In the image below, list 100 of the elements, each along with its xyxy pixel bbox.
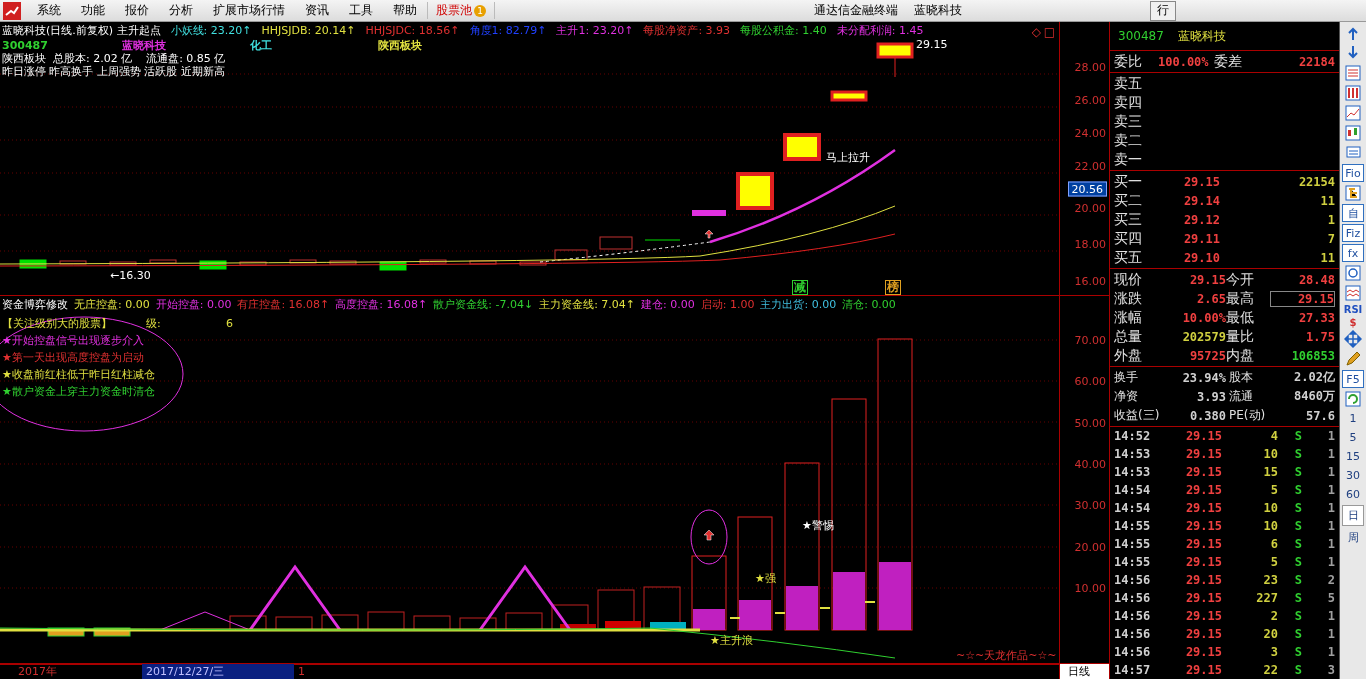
candlestick-icon[interactable] xyxy=(1344,124,1362,142)
tool-button[interactable]: 自 xyxy=(1342,204,1364,222)
trade-time: 14:56 xyxy=(1114,645,1152,659)
quote-label: 内盘 xyxy=(1226,346,1255,365)
outline-bar xyxy=(505,612,543,631)
filled-bar xyxy=(47,627,85,637)
menu-item[interactable]: 资讯 xyxy=(295,2,339,19)
ask-label: 卖五 xyxy=(1114,74,1143,93)
quote-label: 股本 xyxy=(1228,369,1254,386)
trade-time: 14:56 xyxy=(1114,573,1152,587)
trade-count: 1 xyxy=(1326,537,1335,551)
quote-label: 总量 xyxy=(1114,327,1143,346)
tool-button[interactable]: Fio xyxy=(1342,164,1364,182)
period-button[interactable]: 15 xyxy=(1342,448,1364,465)
indicator-title: 资金博弈修改 xyxy=(2,298,68,311)
quote-label: 今开 xyxy=(1226,270,1255,289)
trade-price: 29.15 xyxy=(1184,537,1222,551)
axis-label: 20.00 xyxy=(1074,201,1106,215)
indicator-reading: 开始控盘: 0.00 xyxy=(155,298,232,311)
table-icon[interactable] xyxy=(1344,84,1362,102)
bid-price: 29.10 xyxy=(1182,250,1220,265)
candle xyxy=(149,259,177,264)
trade-count: 1 xyxy=(1326,609,1335,623)
menu-item[interactable]: 扩展市场行情 xyxy=(203,2,295,19)
tool-button[interactable]: RSI xyxy=(1343,304,1363,315)
indicator-reading: 未分配利润: 1.45 xyxy=(836,24,924,37)
pencil-icon[interactable] xyxy=(1344,350,1362,368)
quote-value: 22184 xyxy=(1297,54,1335,69)
tool-button[interactable]: fx xyxy=(1342,244,1364,262)
bid-label: 买三 xyxy=(1114,210,1143,229)
period-label[interactable]: 日线 xyxy=(1059,664,1109,679)
quote-value: 10.00% xyxy=(1181,310,1226,325)
corner-mark[interactable]: ◇ xyxy=(1031,25,1041,39)
candle xyxy=(469,260,497,265)
period-button[interactable]: 日 xyxy=(1342,505,1364,526)
indicator-reading: 主力资金线: 7.04↑ xyxy=(539,298,636,311)
trade-volume: 23 xyxy=(1262,573,1278,587)
bid-volume: 11 xyxy=(1319,250,1335,265)
menu-item[interactable]: 工具 xyxy=(339,2,383,19)
indicator-reading: 散户资金线: -7.04↓ xyxy=(433,298,534,311)
trade-price: 29.15 xyxy=(1184,465,1222,479)
quote-label: 委差 xyxy=(1213,52,1243,71)
app-logo-icon xyxy=(3,1,21,20)
candle xyxy=(379,261,407,271)
period-button[interactable]: 30 xyxy=(1342,467,1364,484)
trade-time: 14:54 xyxy=(1114,483,1152,497)
period-button[interactable]: 5 xyxy=(1342,429,1364,446)
menu-item[interactable]: 帮助 xyxy=(383,2,427,19)
quote-label: 涨跌 xyxy=(1114,289,1143,308)
trade-time: 14:53 xyxy=(1114,447,1152,461)
trade-price: 29.15 xyxy=(1184,627,1222,641)
menu-item[interactable]: 报价 xyxy=(115,2,159,19)
tree-icon[interactable] xyxy=(1344,184,1362,202)
filled-bar xyxy=(605,621,641,630)
menu-item[interactable]: 分析 xyxy=(159,2,203,19)
quote-value: 29.15 xyxy=(1188,272,1226,287)
filled-bar xyxy=(650,622,686,630)
stock-pool-menu[interactable]: 股票池 1 xyxy=(427,2,495,19)
tool-button[interactable]: Fiz xyxy=(1342,224,1364,242)
axis-label: 24.00 xyxy=(1074,126,1106,140)
period-button[interactable]: 1 xyxy=(1342,410,1364,427)
trade-count: 1 xyxy=(1326,501,1335,515)
trade-volume: 10 xyxy=(1262,447,1278,461)
chart-label: 马上拉升 xyxy=(826,150,870,165)
axis-label: 26.00 xyxy=(1074,93,1106,107)
quote-button[interactable]: 行 xyxy=(1150,0,1176,21)
ask-label: 卖二 xyxy=(1114,131,1143,150)
quote-value: 23.94% xyxy=(1181,370,1226,385)
refresh-icon[interactable] xyxy=(1344,390,1362,408)
trade-volume: 3 xyxy=(1269,645,1278,659)
line-chart-icon[interactable] xyxy=(1344,104,1362,122)
axis-label: 60.00 xyxy=(1074,374,1106,388)
indicator-reading: 主升1: 23.20↑ xyxy=(556,24,634,37)
list-icon[interactable] xyxy=(1344,64,1362,82)
trade-side: S xyxy=(1293,609,1302,623)
indicator-reading: 高度控盘: 16.08↑ xyxy=(335,298,428,311)
quote-value: 57.6 xyxy=(1305,408,1335,423)
tool-button[interactable]: F5 xyxy=(1342,370,1364,388)
period-button[interactable]: 周 xyxy=(1342,528,1364,547)
tool-button[interactable]: $ xyxy=(1349,317,1357,328)
indicator-reading: 启动: 1.00 xyxy=(700,298,755,311)
bid-price: 29.14 xyxy=(1182,193,1220,208)
move-icon[interactable] xyxy=(1344,330,1362,348)
indicator-reading: 每股公积金: 1.40 xyxy=(740,24,827,37)
trade-volume: 10 xyxy=(1262,519,1278,533)
trade-time: 14:55 xyxy=(1114,537,1152,551)
trade-side: S xyxy=(1293,645,1302,659)
period-button[interactable]: 60 xyxy=(1342,486,1364,503)
trade-time: 14:52 xyxy=(1114,429,1152,443)
trade-side: S xyxy=(1293,627,1302,641)
indicator-reading: HHJSJDC: 18.56↑ xyxy=(365,24,460,37)
highlight-ellipse xyxy=(690,509,728,565)
menu-item[interactable]: 功能 xyxy=(71,2,115,19)
candle xyxy=(519,261,547,266)
menu-item[interactable]: 系统 xyxy=(27,2,71,19)
wave-icon[interactable] xyxy=(1344,284,1362,302)
outline-bar xyxy=(459,617,497,631)
corner-mark[interactable]: □ xyxy=(1043,25,1055,39)
candle xyxy=(830,90,868,102)
trade-count: 1 xyxy=(1326,645,1335,659)
